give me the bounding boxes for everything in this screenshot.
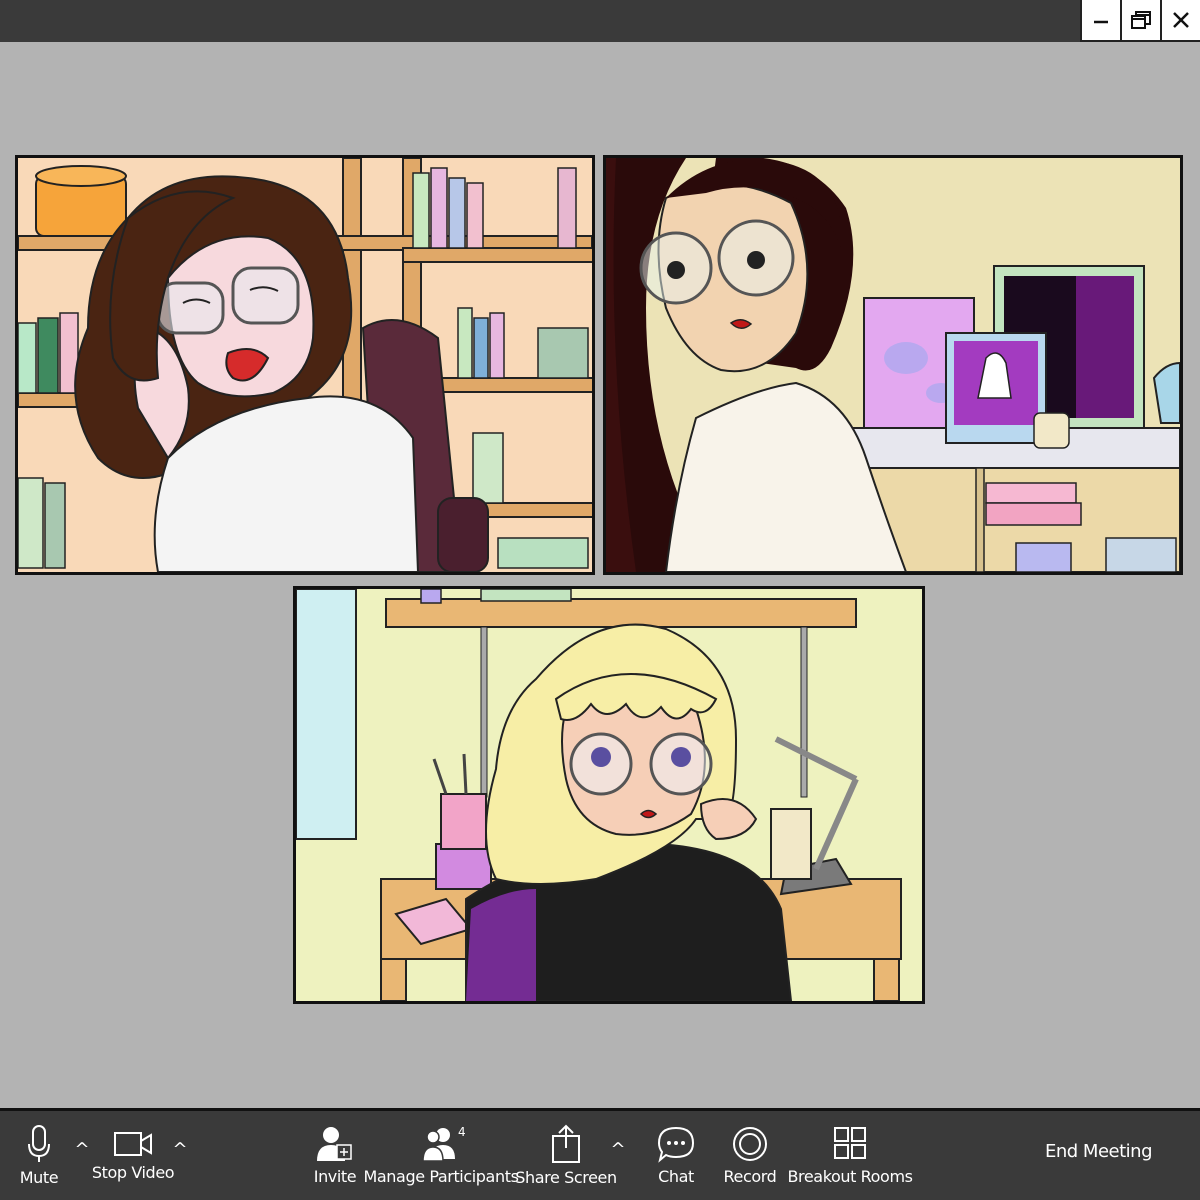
share-options-caret[interactable]: ^ — [608, 1139, 628, 1160]
mute-label: Mute — [19, 1168, 59, 1187]
minimize-button[interactable] — [1082, 0, 1120, 40]
video-tile-participant-2[interactable] — [603, 155, 1183, 575]
window-titlebar — [0, 0, 1200, 42]
minimize-icon — [1094, 20, 1108, 24]
microphone-icon — [28, 1125, 50, 1162]
breakout-rooms-icon — [834, 1127, 866, 1159]
manage-participants-button[interactable]: Manage Participants — [363, 1111, 519, 1200]
participants-icon — [422, 1128, 455, 1162]
restore-button[interactable] — [1120, 0, 1160, 40]
video-tile-participant-1[interactable] — [15, 155, 595, 575]
video-tile-participant-3[interactable] — [293, 586, 925, 1004]
participant-2-video — [606, 158, 1180, 572]
close-button[interactable] — [1160, 0, 1200, 40]
audio-options-caret[interactable]: ^ — [72, 1139, 92, 1160]
invite-button[interactable]: Invite — [308, 1111, 362, 1200]
stop-video-button[interactable]: Stop Video — [91, 1111, 175, 1200]
record-button[interactable]: Record — [722, 1111, 778, 1200]
participant-3-video — [296, 589, 922, 1001]
share-screen-button[interactable]: Share Screen — [515, 1111, 617, 1200]
chat-bubble-icon — [657, 1126, 695, 1163]
restore-icon — [1131, 11, 1151, 29]
breakout-rooms-button[interactable]: Breakout Rooms — [787, 1111, 913, 1200]
invite-person-icon — [317, 1127, 352, 1161]
invite-label: Invite — [313, 1167, 357, 1186]
chat-button[interactable]: Chat — [654, 1111, 698, 1200]
share-screen-label: Share Screen — [515, 1168, 617, 1187]
video-options-caret[interactable]: ^ — [170, 1139, 190, 1160]
mute-button[interactable]: Mute — [14, 1111, 64, 1200]
participant-count-badge: 4 — [458, 1125, 466, 1139]
window-controls — [1080, 0, 1200, 42]
participant-1-video — [18, 158, 592, 572]
share-screen-icon — [552, 1124, 580, 1163]
breakout-rooms-label: Breakout Rooms — [787, 1167, 913, 1186]
meeting-toolbar: Mute ^ Stop Video ^ Invite Manage Partic… — [0, 1108, 1200, 1200]
stop-video-label: Stop Video — [91, 1163, 175, 1182]
close-icon — [1173, 12, 1189, 28]
manage-participants-label: Manage Participants — [363, 1167, 519, 1186]
record-label: Record — [723, 1167, 777, 1186]
end-meeting-button[interactable]: End Meeting — [1045, 1141, 1153, 1162]
record-icon — [733, 1127, 767, 1161]
chat-label: Chat — [658, 1167, 694, 1186]
video-camera-icon — [114, 1132, 152, 1156]
